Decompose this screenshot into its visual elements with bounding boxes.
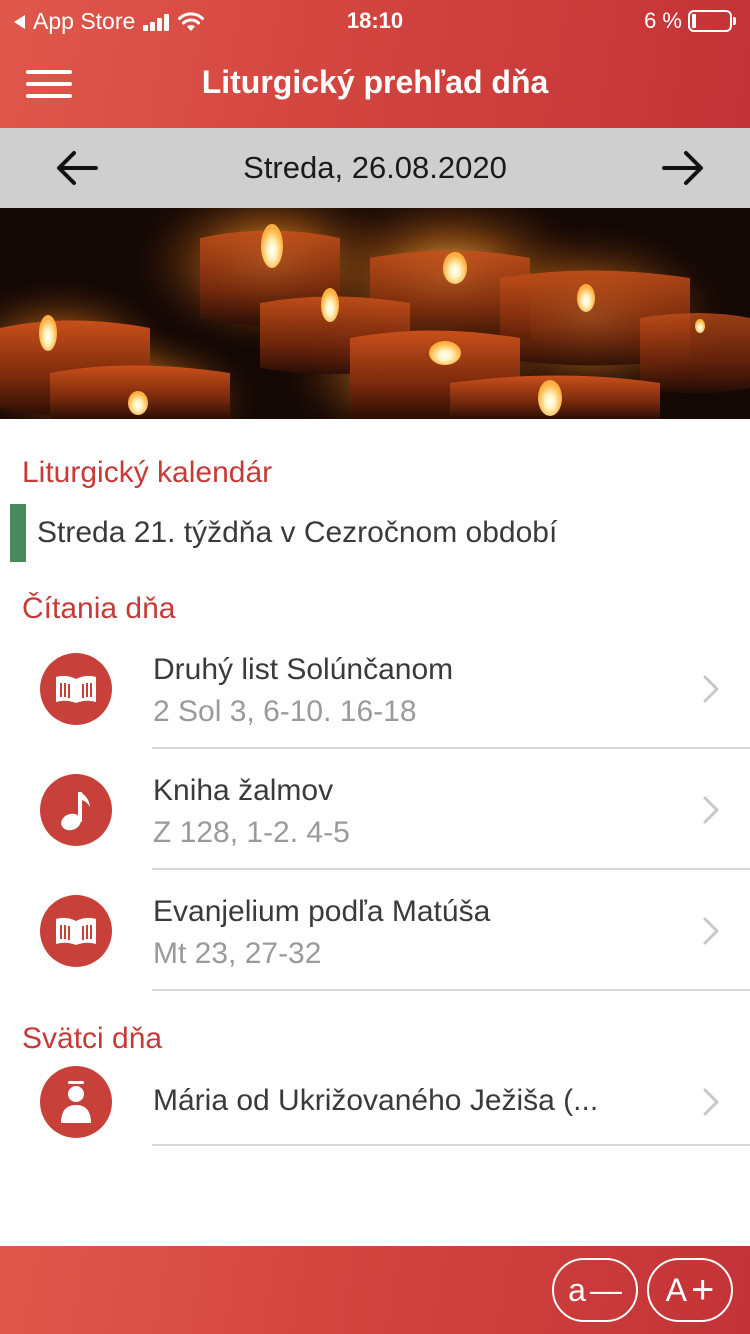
calendar-entry-text: Streda 21. týždňa v Cezročnom období: [37, 516, 558, 549]
calendar-entry: Streda 21. týždňa v Cezročnom období: [10, 504, 750, 562]
arrow-right-icon: [662, 151, 703, 185]
music-note-icon: [61, 792, 90, 831]
reading-row[interactable]: Evanjelium podľa Matúša Mt 23, 27-32: [0, 870, 750, 991]
reading-title: Kniha žalmov: [153, 774, 334, 807]
candles-banner-image: [0, 208, 750, 419]
battery-tip-icon: [733, 17, 736, 25]
reading-icon-circle: [40, 653, 112, 725]
chevron-right-icon: [703, 1088, 719, 1116]
reading-title: Evanjelium podľa Matúša: [153, 895, 491, 928]
row-divider: [152, 1144, 750, 1146]
battery-percent: 6 %: [644, 8, 682, 33]
reading-reference: Mt 23, 27-32: [153, 937, 322, 970]
page-title: Liturgický prehľad dňa: [201, 64, 549, 100]
saint-row[interactable]: Mária od Ukrižovaného Ježiša (...: [0, 1062, 750, 1146]
saints-section-title: Svätci dňa: [22, 1022, 163, 1055]
book-icon: [56, 675, 96, 703]
row-divider: [152, 989, 750, 991]
saint-icon-circle: [40, 1066, 112, 1138]
chevron-right-icon: [703, 675, 719, 703]
saint-person-icon: [61, 1081, 91, 1123]
date-navigation-bar: Streda, 26.08.2020: [0, 128, 750, 208]
status-bar: App Store 18:10 6 %: [0, 0, 750, 40]
next-day-button[interactable]: [660, 146, 706, 190]
app-header: App Store 18:10 6 % Liturgický prehľad d…: [0, 0, 750, 128]
chevron-right-icon: [703, 917, 719, 945]
reading-row[interactable]: Kniha žalmov Z 128, 1-2. 4-5: [0, 749, 750, 870]
increase-font-letter: A: [665, 1271, 687, 1308]
decrease-font-button[interactable]: a —: [552, 1258, 638, 1322]
current-date[interactable]: Streda, 26.08.2020: [0, 150, 750, 186]
reading-reference: 2 Sol 3, 6-10. 16-18: [153, 695, 417, 728]
bottom-toolbar: a — A +: [0, 1246, 750, 1334]
decrease-font-letter: a: [568, 1271, 586, 1308]
battery-icon: [688, 10, 732, 32]
minus-icon: —: [589, 1271, 622, 1308]
candles-illustration: [0, 208, 750, 419]
reading-title: Druhý list Solúnčanom: [153, 653, 454, 686]
book-icon: [56, 917, 96, 945]
plus-icon: +: [690, 1267, 715, 1312]
calendar-section-title: Liturgický kalendár: [22, 456, 273, 489]
saint-name: Mária od Ukrižovaného Ježiša (...: [153, 1084, 599, 1117]
status-right: 6 %: [644, 8, 736, 34]
reading-icon-circle: [40, 895, 112, 967]
reading-reference: Z 128, 1-2. 4-5: [153, 816, 350, 849]
increase-font-button[interactable]: A +: [647, 1258, 733, 1322]
liturgical-color-bar: [10, 504, 26, 562]
readings-section-title: Čítania dňa: [22, 592, 176, 625]
status-time: 18:10: [346, 8, 404, 33]
reading-icon-circle: [40, 774, 112, 846]
chevron-right-icon: [703, 796, 719, 824]
reading-row[interactable]: Druhý list Solúnčanom 2 Sol 3, 6-10. 16-…: [0, 628, 750, 749]
